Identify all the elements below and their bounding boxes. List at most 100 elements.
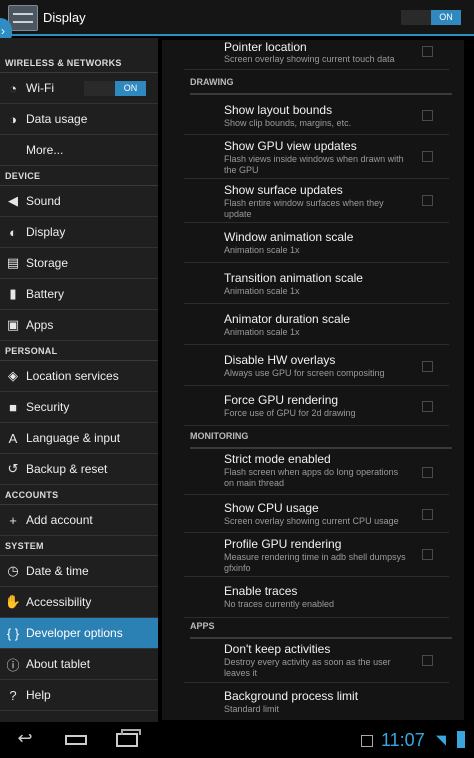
pref-title: Transition animation scale — [224, 271, 363, 285]
pref-show-surface-updates[interactable]: Show surface updates Flash entire window… — [184, 179, 449, 223]
pref-checkbox[interactable] — [422, 467, 433, 478]
sidebar-item-help[interactable]: ? Help — [0, 680, 158, 711]
pref-summary: Animation scale 1x — [224, 327, 300, 337]
pref-title: Show surface updates — [224, 183, 343, 197]
pref-checkbox[interactable] — [422, 195, 433, 206]
home-icon[interactable] — [65, 735, 87, 745]
pref-show-cpu-usage[interactable]: Show CPU usage Screen overlay showing cu… — [184, 495, 449, 533]
sidebar-item-storage[interactable]: ▤ Storage — [0, 248, 158, 279]
pref-animator-duration-scale[interactable]: Animator duration scale Animation scale … — [184, 304, 449, 345]
pref-title: Profile GPU rendering — [224, 537, 342, 551]
back-icon[interactable]: ↩ — [8, 728, 42, 750]
pref-pointer-location[interactable]: Pointer location Screen overlay showing … — [184, 40, 449, 70]
sidebar-item-display[interactable]: ◐ Display — [0, 217, 158, 248]
pref-background-process-limit[interactable]: Background process limit Standard limit — [184, 683, 449, 720]
sidebar-item-accessibility[interactable]: ✋ Accessibility — [0, 587, 158, 618]
pref-checkbox[interactable] — [422, 549, 433, 560]
pref-force-gpu-rendering[interactable]: Force GPU rendering Force use of GPU for… — [184, 386, 449, 426]
sidebar-item-location[interactable]: ◈ Location services — [0, 361, 158, 392]
pref-strict-mode[interactable]: Strict mode enabled Flash screen when ap… — [184, 450, 449, 495]
sidebar-item-backup[interactable]: ↺ Backup & reset — [0, 454, 158, 485]
sidebar-item-battery[interactable]: ▮ Battery — [0, 279, 158, 310]
pref-checkbox[interactable] — [422, 46, 433, 57]
action-bar: Display ON — [0, 0, 474, 36]
pref-checkbox[interactable] — [422, 110, 433, 121]
sidebar-item-more[interactable]: More... — [0, 135, 158, 166]
pref-disable-hw-overlays[interactable]: Disable HW overlays Always use GPU for s… — [184, 345, 449, 386]
pref-show-gpu-view-updates[interactable]: Show GPU view updates Flash views inside… — [184, 135, 449, 179]
pref-summary: Destroy every activity as soon as the us… — [224, 657, 391, 678]
sidebar-item-label: Location services — [26, 369, 119, 383]
pref-show-layout-bounds[interactable]: Show layout bounds Show clip bounds, mar… — [184, 97, 449, 135]
category-monitoring: MONITORING — [190, 431, 452, 449]
sidebar-item-language[interactable]: A Language & input — [0, 423, 158, 454]
category-apps: APPS — [190, 621, 452, 639]
sidebar-item-sound[interactable]: ◀ Sound — [0, 186, 158, 217]
recent-apps-icon[interactable] — [116, 729, 141, 747]
pref-title: Animator duration scale — [224, 312, 351, 326]
pref-checkbox[interactable] — [422, 361, 433, 372]
pref-dont-keep-activities[interactable]: Don't keep activities Destroy every acti… — [184, 640, 449, 683]
speaker-icon: ◀ — [8, 193, 18, 208]
pref-summary: Flash entire window surfaces when they u… — [224, 198, 384, 219]
pref-window-animation-scale[interactable]: Window animation scale Animation scale 1… — [184, 223, 449, 263]
braces-icon: { } — [6, 625, 20, 641]
pref-title: Pointer location — [224, 40, 307, 54]
sidebar-item-label: Help — [26, 688, 51, 702]
pref-title: Enable traces — [224, 584, 298, 598]
display-settings-icon[interactable] — [8, 5, 38, 31]
sidebar-item-label: Data usage — [26, 112, 88, 126]
pref-enable-traces[interactable]: Enable traces No traces currently enable… — [184, 577, 449, 618]
plus-icon: + — [9, 512, 17, 528]
toggle-on-label: ON — [431, 10, 461, 25]
pref-transition-animation-scale[interactable]: Transition animation scale Animation sca… — [184, 263, 449, 304]
sidebar-item-label: More... — [26, 143, 64, 157]
sidebar-item-date-time[interactable]: ◷ Date & time — [0, 556, 158, 587]
pref-summary: Force use of GPU for 2d drawing — [224, 408, 356, 418]
sidebar-item-add-account[interactable]: + Add account — [0, 505, 158, 536]
sidebar-item-label: Wi-Fi — [26, 81, 54, 95]
section-header-accounts: ACCOUNTS — [0, 485, 158, 505]
sidebar-item-label: Add account — [26, 513, 93, 527]
pref-summary: Measure rendering time in adb shell dump… — [224, 552, 406, 573]
pref-summary: Always use GPU for screen compositing — [224, 368, 385, 378]
sidebar-item-apps[interactable]: ▣ Apps — [0, 310, 158, 341]
section-header-wireless: WIRELESS & NETWORKS — [0, 53, 158, 73]
pref-profile-gpu-rendering[interactable]: Profile GPU rendering Measure rendering … — [184, 533, 449, 577]
pref-title: Background process limit — [224, 689, 359, 703]
clock-icon: ◷ — [7, 563, 19, 578]
pref-summary: Animation scale 1x — [224, 245, 300, 255]
pref-summary: Screen overlay showing current CPU usage — [224, 516, 399, 526]
pref-checkbox[interactable] — [422, 401, 433, 412]
backup-icon: ↺ — [7, 461, 19, 476]
pref-title: Show GPU view updates — [224, 139, 357, 153]
sidebar-item-about[interactable]: ⓘ About tablet — [0, 649, 158, 680]
chevron-right-icon: › — [1, 24, 5, 38]
sidebar-item-label: Date & time — [26, 564, 89, 578]
wifi-toggle[interactable]: ON — [84, 81, 146, 96]
apps-icon: ▣ — [6, 317, 20, 332]
sidebar-item-label: Accessibility — [26, 595, 92, 609]
sidebar-item-developer-options[interactable]: { } Developer options — [0, 618, 158, 649]
display-master-toggle[interactable]: ON — [401, 10, 461, 25]
brightness-icon: ◐ — [9, 224, 17, 240]
sidebar-item-label: Display — [26, 225, 66, 239]
section-header-system: SYSTEM — [0, 536, 158, 556]
section-header-device: DEVICE — [0, 166, 158, 186]
pref-title: Show layout bounds — [224, 103, 333, 117]
pref-checkbox[interactable] — [422, 509, 433, 520]
sidebar-item-label: Backup & reset — [26, 462, 108, 476]
screenshot-notification-icon[interactable] — [361, 735, 373, 747]
pref-checkbox[interactable] — [422, 655, 433, 666]
sidebar-item-security[interactable]: ■ Security — [0, 392, 158, 423]
wifi-signal-icon: ◥ — [436, 732, 446, 747]
sidebar-item-label: Battery — [26, 287, 65, 301]
pref-checkbox[interactable] — [422, 151, 433, 162]
hand-icon: ✋ — [4, 594, 22, 609]
sidebar-item-wifi[interactable]: ◔ Wi-Fi ON — [0, 73, 158, 104]
wifi-toggle-label: ON — [115, 81, 146, 96]
sidebar-item-label: Apps — [26, 318, 54, 332]
category-drawing: DRAWING — [190, 77, 452, 95]
sidebar-item-label: Security — [26, 400, 70, 414]
sidebar-item-data-usage[interactable]: ◑ Data usage — [0, 104, 158, 135]
